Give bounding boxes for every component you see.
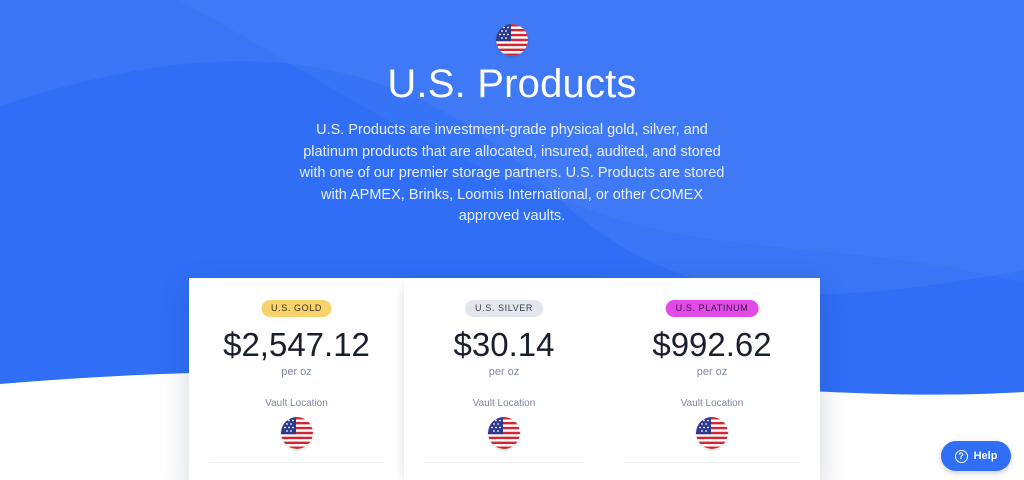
- page-description: U.S. Products are investment-grade physi…: [299, 122, 725, 224]
- us-flag-icon: [496, 24, 528, 56]
- gold-badge: U.S. GOLD: [261, 300, 332, 317]
- product-card-silver[interactable]: U.S. SILVER $30.14 per oz Vault Location: [404, 278, 604, 480]
- silver-vault-label: Vault Location: [472, 398, 536, 409]
- gold-price: $2,547.12: [223, 326, 370, 363]
- silver-badge: U.S. SILVER: [465, 300, 543, 317]
- question-circle-icon: ?: [954, 449, 968, 463]
- help-label: Help: [973, 450, 998, 462]
- us-flag-icon: [488, 417, 520, 449]
- card-divider: [624, 462, 800, 463]
- us-flag-icon: [696, 417, 728, 449]
- platinum-badge: U.S. PLATINUM: [665, 300, 759, 317]
- gold-vault-label: Vault Location: [265, 398, 328, 409]
- platinum-vault-label: Vault Location: [680, 398, 744, 409]
- platinum-price: $992.62: [652, 326, 772, 363]
- platinum-unit: per oz: [696, 366, 728, 378]
- card-divider: [209, 462, 384, 463]
- us-flag-icon: [280, 417, 313, 449]
- product-cards: U.S. GOLD $2,547.12 per oz Vault Locatio…: [189, 278, 820, 480]
- card-divider: [424, 462, 584, 463]
- page-title: U.S. Products: [387, 62, 637, 106]
- silver-unit: per oz: [488, 366, 520, 378]
- gold-unit: per oz: [281, 366, 312, 378]
- help-button[interactable]: ? Help: [941, 441, 1011, 471]
- silver-price: $30.14: [453, 326, 555, 363]
- product-card-gold[interactable]: U.S. GOLD $2,547.12 per oz Vault Locatio…: [189, 278, 404, 480]
- product-card-platinum[interactable]: U.S. PLATINUM $992.62 per oz Vault Locat…: [604, 278, 820, 480]
